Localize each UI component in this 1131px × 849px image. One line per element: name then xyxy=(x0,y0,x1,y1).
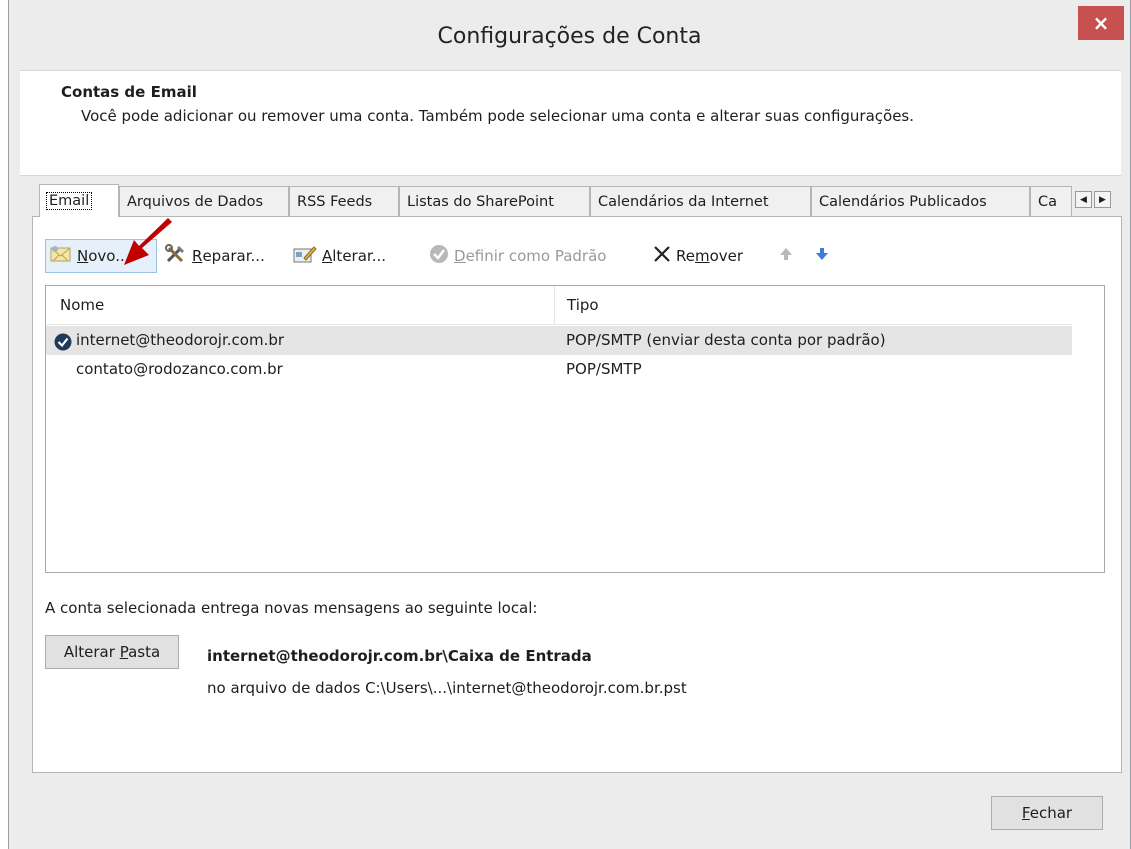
close-button[interactable]: Fechar xyxy=(991,796,1103,830)
close-window-button[interactable]: × xyxy=(1078,6,1124,40)
section-description: Você pode adicionar ou remover uma conta… xyxy=(81,107,915,125)
change-account-button[interactable]: Alterar... xyxy=(289,239,390,273)
tab-internet-calendars[interactable]: Calendários da Internet xyxy=(590,186,811,216)
accounts-list[interactable]: Nome Tipo internet@theodorojr.com.br POP… xyxy=(45,285,1105,573)
dialog-title: Configurações de Conta xyxy=(437,24,702,49)
account-settings-dialog: Configurações de Conta × Contas de Email… xyxy=(8,0,1131,849)
set-default-button[interactable]: Definir como Padrão xyxy=(425,239,610,273)
arrow-up-icon xyxy=(779,247,793,265)
tab-email[interactable]: Email xyxy=(39,184,119,217)
move-down-button[interactable] xyxy=(811,239,838,273)
tab-data-files[interactable]: Arquivos de Dados xyxy=(119,186,289,216)
x-icon xyxy=(653,245,671,267)
account-toolbar: Novo... Reparar... Alterar... Definir co… xyxy=(45,239,945,273)
header-panel: Contas de Email Você pode adicionar ou r… xyxy=(20,70,1121,176)
annotation-arrow-icon xyxy=(122,218,176,272)
tab-scroll-left-icon[interactable]: ◀ xyxy=(1075,191,1092,208)
edit-account-icon xyxy=(293,244,317,268)
arrow-down-icon xyxy=(815,247,829,265)
delivery-folder-path: internet@theodorojr.com.br\Caixa de Entr… xyxy=(207,647,592,665)
repair-account-button[interactable]: Reparar... xyxy=(161,239,269,273)
envelope-icon xyxy=(50,245,72,267)
move-up-button[interactable] xyxy=(775,239,802,273)
column-header-name[interactable]: Nome xyxy=(60,286,104,324)
delivery-location-label: A conta selecionada entrega novas mensag… xyxy=(45,599,538,617)
account-name: contato@rodozanco.com.br xyxy=(76,360,283,378)
tab-address-books-partial[interactable]: Ca xyxy=(1030,186,1072,216)
remove-account-button[interactable]: Re m over xyxy=(649,239,747,273)
account-name: internet@theodorojr.com.br xyxy=(76,331,285,349)
title-bar: Configurações de Conta × xyxy=(9,0,1130,70)
account-row[interactable]: internet@theodorojr.com.br POP/SMTP (env… xyxy=(46,326,1072,355)
column-header-type[interactable]: Tipo xyxy=(554,286,1067,324)
check-circle-icon xyxy=(429,244,449,268)
change-folder-button[interactable]: Alterar Pasta xyxy=(45,635,179,669)
tab-rss-feeds[interactable]: RSS Feeds xyxy=(289,186,399,216)
account-type: POP/SMTP xyxy=(566,360,642,378)
list-header: Nome Tipo xyxy=(46,286,1072,325)
tab-published-calendars[interactable]: Calendários Publicados xyxy=(811,186,1030,216)
tab-sharepoint-lists[interactable]: Listas do SharePoint xyxy=(399,186,590,216)
email-tab-panel: Novo... Reparar... Alterar... Definir co… xyxy=(32,216,1122,773)
section-heading: Contas de Email xyxy=(61,83,197,101)
tab-scroll-right-icon[interactable]: ▶ xyxy=(1094,191,1111,208)
account-type: POP/SMTP (enviar desta conta por padrão) xyxy=(566,331,886,349)
tab-strip: Email Arquivos de Dados RSS Feeds Listas… xyxy=(31,184,1121,217)
data-file-path: no arquivo de dados C:\Users\...\interne… xyxy=(207,679,687,697)
account-row[interactable]: contato@rodozanco.com.br POP/SMTP xyxy=(46,355,1072,384)
